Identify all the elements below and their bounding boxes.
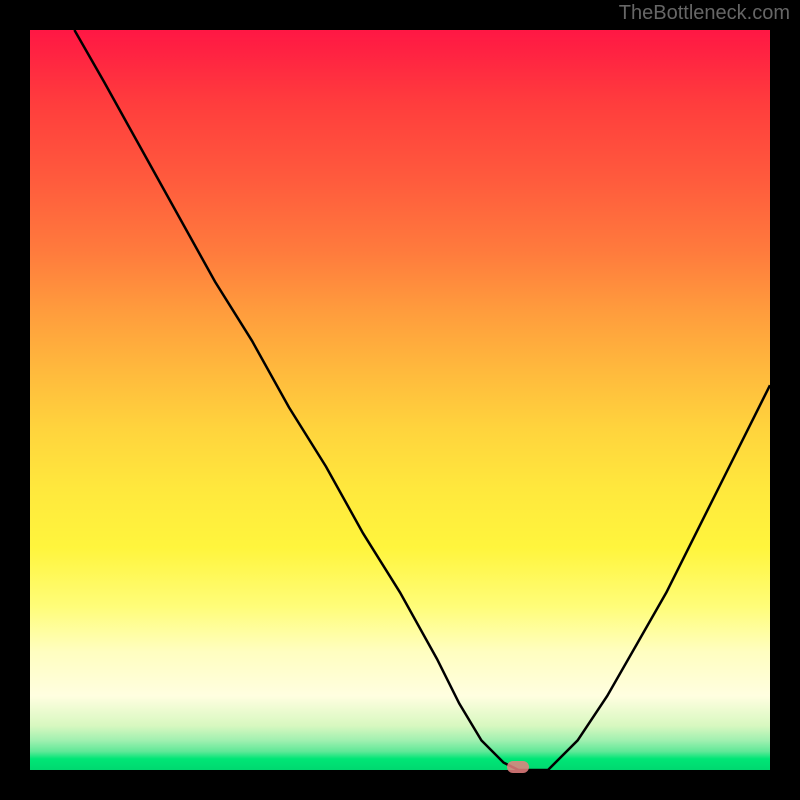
chart-plot-area [30, 30, 770, 770]
chart-marker [507, 761, 529, 773]
watermark-text: TheBottleneck.com [619, 2, 790, 25]
chart-curve [30, 30, 770, 770]
